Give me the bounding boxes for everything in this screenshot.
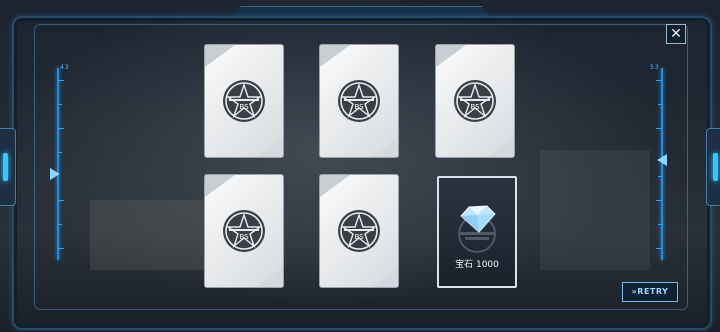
svg-text:BS: BS [354,233,364,241]
right-gauge-label: 53 [650,64,660,71]
svg-text:BS: BS [470,103,480,111]
right-gauge-marker [657,154,667,166]
card-face-down[interactable]: BS [320,45,398,157]
star-emblem-icon: BS [223,210,265,252]
star-emblem-icon: BS [338,80,380,122]
star-emblem-icon: BS [223,80,265,122]
svg-text:BS: BS [239,103,249,111]
card-face-down[interactable]: BS [205,45,283,157]
left-gauge-label: 43 [60,64,70,71]
svg-text:BS: BS [239,233,249,241]
reward-card[interactable]: 宝石 1000 [437,176,517,288]
left-side-tab [0,128,16,206]
svg-text:BS: BS [354,103,364,111]
retry-button[interactable]: »RETRY [622,282,678,302]
card-face-down[interactable]: BS [205,175,283,287]
star-emblem-icon: BS [338,210,380,252]
card-face-down[interactable]: BS [436,45,514,157]
star-emblem-icon: BS [454,80,496,122]
card-face-down[interactable]: BS [320,175,398,287]
left-gauge-marker [50,168,60,180]
close-button[interactable]: ✕ [666,24,686,44]
right-side-tab [706,128,720,206]
reward-label: 宝石 1000 [455,260,499,270]
left-gauge [54,68,64,260]
gem-icon [460,205,496,233]
